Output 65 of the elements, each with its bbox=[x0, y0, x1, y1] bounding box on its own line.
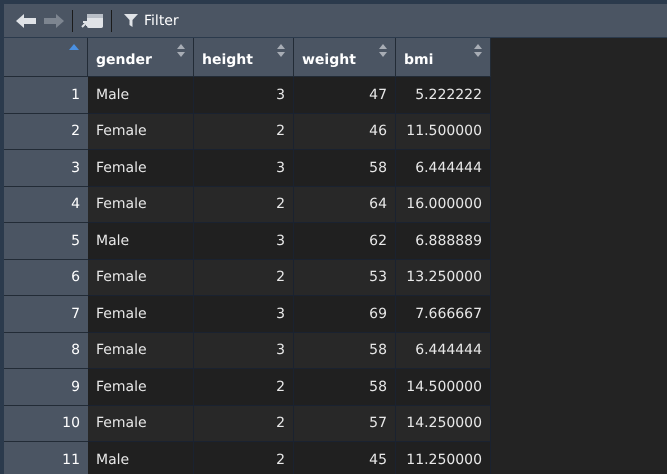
index-header[interactable] bbox=[4, 38, 88, 77]
table-cell: 2 bbox=[194, 369, 294, 406]
row-number: 3 bbox=[4, 150, 88, 186]
row-number: 5 bbox=[4, 223, 88, 260]
table-cell: 16.000000 bbox=[396, 186, 491, 223]
table-cell: 3 bbox=[194, 223, 294, 260]
table-cell: 3 bbox=[194, 77, 294, 114]
filter-button[interactable]: Filter bbox=[120, 12, 183, 28]
table-cell: 2 bbox=[194, 260, 294, 296]
table-cell: 2 bbox=[194, 406, 294, 442]
sort-icon[interactable] bbox=[474, 44, 482, 57]
table-cell: Female bbox=[88, 296, 194, 332]
table-cell: 58 bbox=[294, 332, 396, 369]
table-cell: 58 bbox=[294, 150, 396, 186]
table-cell: 6.444444 bbox=[396, 332, 491, 369]
table-cell: 2 bbox=[194, 114, 294, 150]
back-icon[interactable] bbox=[16, 14, 36, 28]
table-cell: Female bbox=[88, 260, 194, 296]
row-number: 6 bbox=[4, 260, 88, 296]
row-number: 2 bbox=[4, 114, 88, 150]
table-cell: Male bbox=[88, 223, 194, 260]
sort-icon[interactable] bbox=[177, 44, 185, 57]
table-cell: Female bbox=[88, 186, 194, 223]
table-cell: 57 bbox=[294, 406, 396, 442]
filter-icon bbox=[124, 14, 138, 27]
table-cell: Female bbox=[88, 150, 194, 186]
table-cell: Female bbox=[88, 369, 194, 406]
sort-ascending-icon[interactable] bbox=[69, 44, 79, 50]
table-cell: 6.444444 bbox=[396, 150, 491, 186]
table-cell: 2 bbox=[194, 186, 294, 223]
table-cell: Male bbox=[88, 77, 194, 114]
table-cell: Female bbox=[88, 332, 194, 369]
table-cell: 6.888889 bbox=[396, 223, 491, 260]
sort-icon[interactable] bbox=[277, 44, 285, 57]
table-cell: 14.250000 bbox=[396, 406, 491, 442]
table-cell: 7.666667 bbox=[396, 296, 491, 332]
sort-icon[interactable] bbox=[379, 44, 387, 57]
table-cell: 3 bbox=[194, 296, 294, 332]
row-number: 7 bbox=[4, 296, 88, 332]
table-cell: 3 bbox=[194, 150, 294, 186]
table-cell: 46 bbox=[294, 114, 396, 150]
table-cell: 53 bbox=[294, 260, 396, 296]
column-header[interactable]: height bbox=[194, 38, 294, 77]
row-number: 4 bbox=[4, 186, 88, 223]
table-cell: 64 bbox=[294, 186, 396, 223]
column-header[interactable]: weight bbox=[294, 38, 396, 77]
row-number: 9 bbox=[4, 369, 88, 406]
column-header[interactable]: gender bbox=[88, 38, 194, 77]
row-number: 1 bbox=[4, 77, 88, 114]
row-number: 8 bbox=[4, 332, 88, 369]
row-number: 11 bbox=[4, 442, 88, 474]
table-cell: 47 bbox=[294, 77, 396, 114]
popout-icon[interactable] bbox=[81, 12, 103, 28]
table-cell: 13.250000 bbox=[396, 260, 491, 296]
table-cell: 5.222222 bbox=[396, 77, 491, 114]
row-number: 10 bbox=[4, 406, 88, 442]
table-cell: 11.500000 bbox=[396, 114, 491, 150]
table-cell: 14.500000 bbox=[396, 369, 491, 406]
table-cell: 62 bbox=[294, 223, 396, 260]
table-cell: Female bbox=[88, 114, 194, 150]
table-cell: 69 bbox=[294, 296, 396, 332]
table-cell: 58 bbox=[294, 369, 396, 406]
table-cell: 3 bbox=[194, 332, 294, 369]
column-header[interactable]: bmi bbox=[396, 38, 491, 77]
table-cell: Female bbox=[88, 406, 194, 442]
